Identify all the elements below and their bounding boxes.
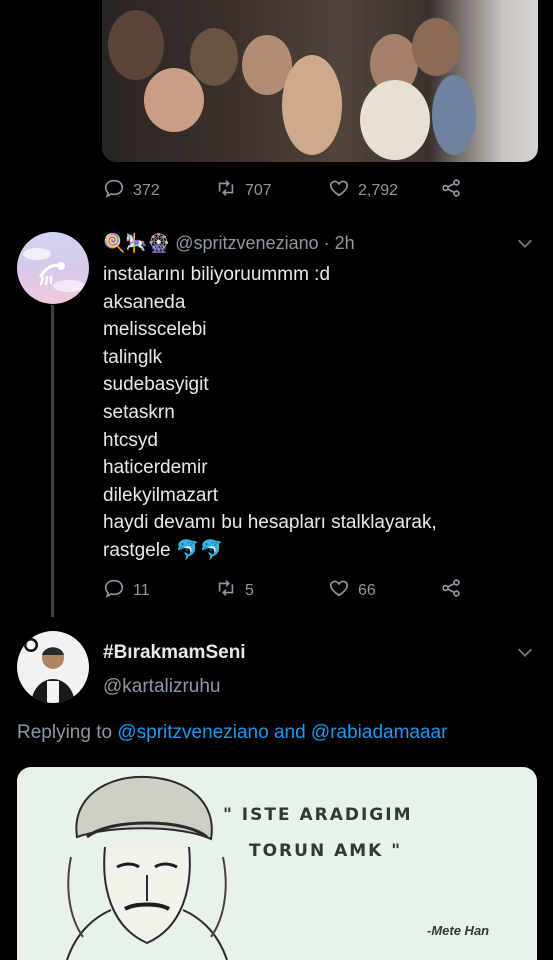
portrait-sketch xyxy=(66,775,228,960)
display-name[interactable]: #BırakmamSeni xyxy=(103,642,246,664)
tweet-image[interactable]: " ISTE ARADIGIM TORUN AMK " -Mete Han xyxy=(17,767,537,960)
tweet-line: haticerdemir xyxy=(103,457,208,479)
tweet-line: instalarını biliyoruummm :d xyxy=(103,264,331,285)
like-count: 66 xyxy=(358,581,376,599)
meme-quote-line-2: TORUN AMK " xyxy=(249,841,403,861)
share-button[interactable] xyxy=(440,577,462,604)
like-count: 2,792 xyxy=(358,181,399,199)
tweet-line: talinglk xyxy=(103,346,163,368)
thread-line xyxy=(51,305,54,617)
share-button[interactable] xyxy=(440,177,462,204)
replying-to-label: Replying to xyxy=(17,722,113,743)
avatar[interactable] xyxy=(17,631,89,703)
user-handle[interactable]: @spritzveneziano xyxy=(175,233,318,253)
reply-icon xyxy=(103,577,125,604)
heart-icon xyxy=(328,177,350,204)
share-icon xyxy=(440,177,462,204)
retweet-button[interactable]: 707 xyxy=(215,177,272,204)
timestamp[interactable]: · 2h xyxy=(324,233,355,253)
retweet-icon xyxy=(215,177,237,204)
tweet-text: instalarını biliyoruummm :d aksaneda mel… xyxy=(103,261,523,565)
user-handle[interactable]: @kartalizruhu xyxy=(103,676,221,698)
tweet-line: sudebasyigit xyxy=(103,374,209,396)
retweet-count: 707 xyxy=(245,181,272,199)
reply-mention-1[interactable]: @spritzveneziano xyxy=(117,722,268,743)
retweet-button[interactable]: 5 xyxy=(215,577,254,604)
replying-to: Replying to @spritzveneziano and @rabiad… xyxy=(17,722,447,744)
retweet-count: 5 xyxy=(245,581,254,599)
tweet-line: setaskrn xyxy=(103,401,175,423)
reply-mention-2[interactable]: @rabiadamaaar xyxy=(311,722,448,743)
like-button[interactable]: 66 xyxy=(328,577,376,604)
tweet-menu-button[interactable] xyxy=(514,641,536,668)
tweet-header: 🍭🎠🎡 @spritzveneziano · 2h xyxy=(103,233,355,254)
reply-count: 11 xyxy=(133,581,150,599)
share-icon xyxy=(440,577,462,604)
meme-quote-line-1: " ISTE ARADIGIM xyxy=(223,805,413,825)
avatar[interactable] xyxy=(17,232,89,304)
reply-and: and xyxy=(273,722,306,743)
tweet-line: haydi devamı bu hesapları stalklayarak, xyxy=(103,512,437,534)
tweet-menu-button[interactable] xyxy=(514,232,536,259)
meme-signature: -Mete Han xyxy=(427,923,490,938)
heart-icon xyxy=(328,577,350,604)
tweet-line: htcsyd xyxy=(103,429,158,451)
like-button[interactable]: 2,792 xyxy=(328,177,398,204)
chevron-down-icon xyxy=(517,648,533,657)
reply-button[interactable]: 372 xyxy=(103,177,160,204)
display-name-emoji[interactable]: 🍭🎠🎡 xyxy=(103,233,170,253)
retweet-icon xyxy=(215,577,237,604)
tweet-line: dilekyilmazart xyxy=(103,484,219,506)
tweet-line: melisscelebi xyxy=(103,319,207,341)
reply-count: 372 xyxy=(133,181,160,199)
reply-icon xyxy=(103,177,125,204)
tweet-line: aksaneda xyxy=(103,291,186,313)
reply-button[interactable]: 11 xyxy=(103,577,150,604)
chevron-down-icon xyxy=(517,239,533,248)
tweet-line: rastgele 🐬🐬 xyxy=(103,539,224,561)
tweet-photo[interactable] xyxy=(102,0,538,162)
